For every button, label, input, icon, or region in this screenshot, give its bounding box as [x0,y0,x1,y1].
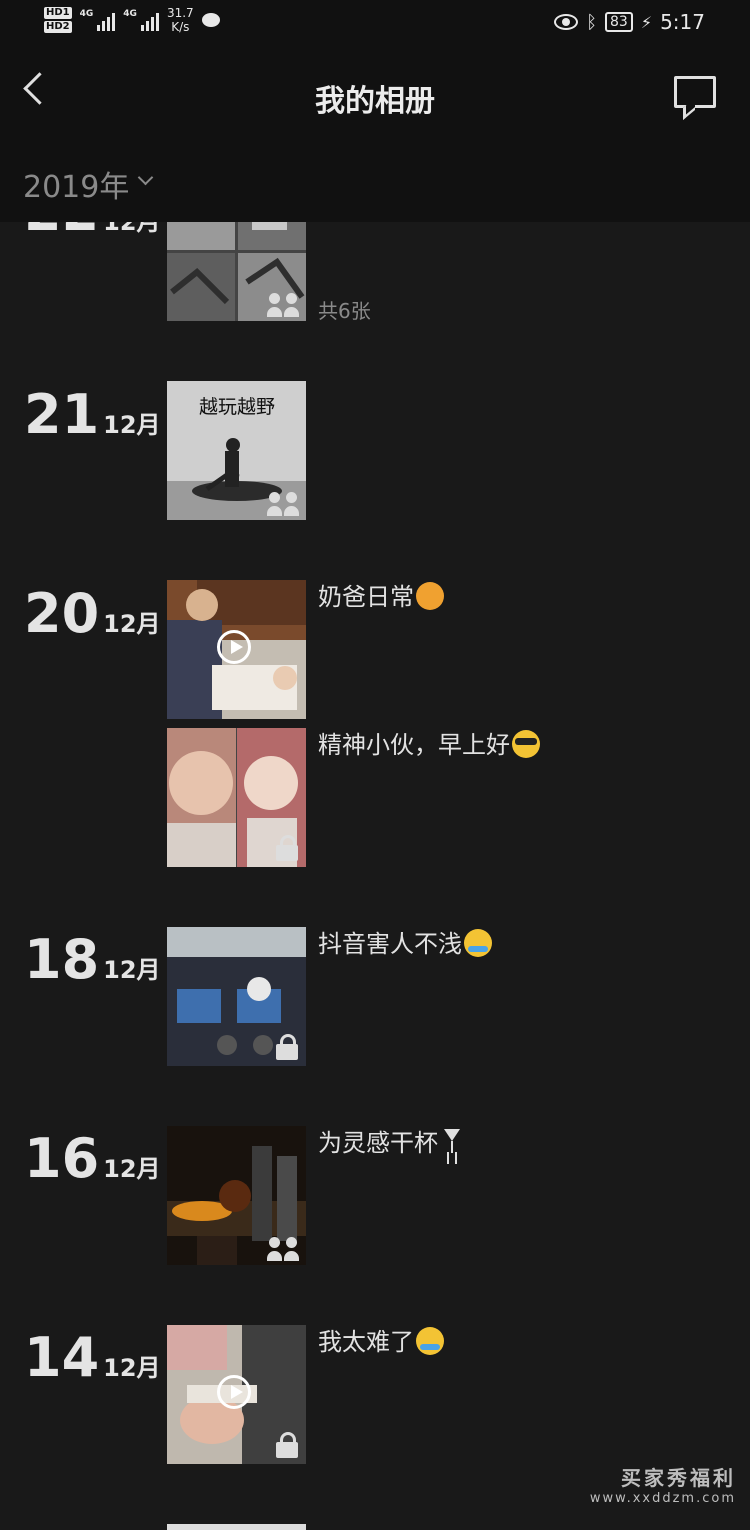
group-icon [266,492,302,516]
bluetooth-icon: ᛒ [586,11,598,33]
year-label[interactable]: 2019年 [23,162,129,206]
network-speed: 31.7 K/s [166,6,194,34]
photo-count: 共6张 [318,299,371,323]
angry-face-icon [416,582,444,610]
clock: 5:17 [660,10,705,34]
post-date: 20 12月 [24,582,161,645]
crying-face-icon [464,929,492,957]
header: 我的相册 [0,50,750,138]
post-caption: 我太难了 [318,1325,444,1359]
signal-icon-2: 4G [123,9,159,31]
battery-level: 83 [605,12,633,32]
post-thumbnail[interactable] [167,728,306,867]
post-caption: 抖音害人不浅 [318,927,492,961]
post-caption: 为灵感干杯 [318,1126,462,1160]
hd-indicator: HD1 HD2 [44,7,72,33]
post-date: 16 12月 [24,1127,161,1190]
post-thumbnail[interactable] [167,222,306,321]
group-icon [266,1237,302,1261]
lock-icon [276,1034,298,1060]
status-bar: HD1 HD2 4G 4G 31.7 K/s ᛒ 83 ⚡ 5:17 [0,0,750,50]
chevron-down-icon[interactable] [137,169,154,186]
post-caption: 精神小伙，早上好 [318,728,540,762]
cocktail-icon [442,1127,462,1155]
play-icon [217,1375,251,1409]
lock-icon [276,1432,298,1458]
post-thumbnail[interactable] [167,1524,306,1530]
post-caption: 奶爸日常 [318,580,444,614]
page-title: 我的相册 [315,84,435,119]
chat-bubble-icon [201,13,220,27]
thumb-title: 越玩越野 [199,396,275,418]
crying-face-icon [416,1327,444,1355]
charging-icon: ⚡ [640,12,653,32]
signal-icon: 4G [80,9,116,31]
message-icon[interactable] [674,76,716,108]
lock-icon [276,835,298,861]
eye-icon [554,14,579,30]
group-icon [266,293,302,317]
post-thumbnail[interactable] [167,1126,306,1265]
post-thumbnail[interactable] [167,580,306,719]
album-feed[interactable]: 2212月 共6张 2112月 越玩越野 2012月 [0,222,750,1530]
post-thumbnail[interactable] [167,927,306,1066]
watermark: 买家秀福利 www.xxddzm.com [589,1466,736,1506]
play-icon [217,630,251,664]
post-thumbnail[interactable] [167,1325,306,1464]
post-date: 18 12月 [24,928,161,991]
post-thumbnail[interactable]: 越玩越野 [167,381,306,520]
post-date: 21 12月 [24,383,161,446]
post-date: 14 12月 [24,1326,161,1389]
post-date: 2212月 [24,222,161,242]
year-filter-bar[interactable]: 2019年 [0,138,750,222]
sunglasses-face-icon [512,730,540,758]
